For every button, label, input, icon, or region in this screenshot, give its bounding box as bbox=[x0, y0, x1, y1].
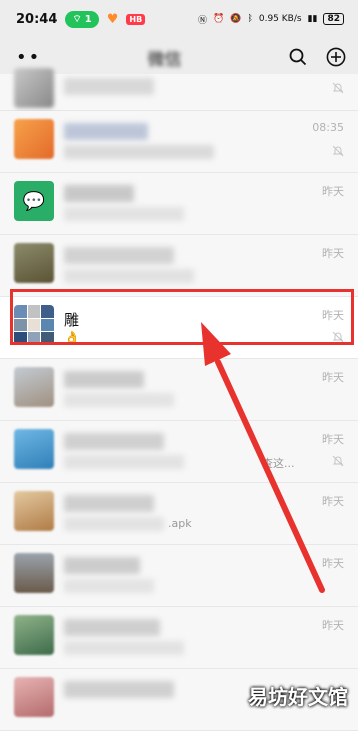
status-left: 20:44 ⌔ 1 ♥ HB bbox=[16, 10, 146, 28]
message-redacted bbox=[64, 579, 154, 593]
chat-row[interactable]: 昨天 bbox=[0, 545, 358, 607]
alarm-icon: ⏰ bbox=[213, 14, 225, 24]
mute-icon bbox=[332, 82, 344, 94]
bell-off-icon: 🔕 bbox=[230, 14, 242, 24]
status-bar: 20:44 ⌔ 1 ♥ HB Ⓝ ⏰ 🔕 ᛒ 0.95 KB/s ▮▮ 82 bbox=[0, 0, 358, 38]
highlight-box bbox=[10, 289, 354, 345]
net-rate: 0.95 KB/s bbox=[258, 14, 302, 24]
chat-preview-tail: 查这... bbox=[262, 457, 295, 470]
chat-row[interactable]: 昨天 bbox=[0, 235, 358, 297]
chat-row[interactable]: 昨天 bbox=[0, 359, 358, 421]
chat-row[interactable]: 昨天 bbox=[0, 607, 358, 669]
message-redacted bbox=[64, 393, 174, 407]
avatar bbox=[14, 243, 54, 283]
timestamp: 08:35 bbox=[312, 121, 344, 134]
timestamp: 昨天 bbox=[322, 371, 344, 384]
timestamp: 昨天 bbox=[322, 185, 344, 198]
name-redacted bbox=[64, 433, 164, 450]
name-redacted bbox=[64, 495, 154, 512]
clock: 20:44 bbox=[16, 11, 58, 27]
chat-list: 08:35 💬 昨天 昨天 雕 👌 昨天 昨天 查这... 昨天 .apk 昨天… bbox=[0, 68, 358, 731]
chat-bubble-icon: 💬 bbox=[22, 190, 46, 212]
name-redacted bbox=[64, 557, 140, 574]
name-redacted bbox=[64, 371, 144, 388]
chat-row[interactable]: .apk 昨天 bbox=[0, 483, 358, 545]
avatar bbox=[14, 367, 54, 407]
signal-icon: ▮▮ bbox=[307, 14, 318, 24]
chat-row[interactable]: 查这... 昨天 bbox=[0, 421, 358, 483]
timestamp: 昨天 bbox=[322, 247, 344, 260]
chat-row[interactable] bbox=[0, 68, 358, 111]
message-redacted bbox=[64, 145, 214, 159]
battery-icon: 82 bbox=[323, 13, 344, 25]
name-redacted bbox=[64, 681, 174, 698]
mute-icon bbox=[332, 455, 344, 467]
wechat-status-pill: ⌔ 1 bbox=[65, 10, 99, 28]
app-badge: HB bbox=[126, 13, 146, 25]
more-icon[interactable]: •• bbox=[16, 47, 41, 68]
avatar bbox=[14, 429, 54, 469]
wifi-icon: ⌔ bbox=[72, 13, 82, 25]
watermark: 易坊好文馆 bbox=[248, 685, 348, 709]
page-title: 微信 bbox=[147, 49, 182, 70]
message-redacted bbox=[64, 517, 164, 531]
chat-row[interactable]: 08:35 bbox=[0, 111, 358, 173]
title-actions bbox=[288, 47, 346, 67]
name-redacted bbox=[64, 78, 154, 95]
add-icon[interactable] bbox=[326, 47, 346, 67]
message-redacted bbox=[64, 207, 184, 221]
name-redacted bbox=[64, 123, 148, 140]
timestamp: 昨天 bbox=[322, 433, 344, 446]
avatar bbox=[14, 491, 54, 531]
avatar: 💬 bbox=[14, 181, 54, 221]
bluetooth-icon: ᛒ bbox=[247, 14, 253, 24]
name-redacted bbox=[64, 619, 160, 636]
timestamp: 昨天 bbox=[322, 619, 344, 632]
message-redacted bbox=[64, 455, 184, 469]
mute-icon bbox=[332, 145, 344, 157]
avatar bbox=[14, 615, 54, 655]
name-redacted bbox=[64, 247, 174, 264]
nfc-icon: Ⓝ bbox=[198, 15, 208, 26]
message-redacted bbox=[64, 269, 194, 283]
avatar bbox=[14, 677, 54, 717]
pill-count: 1 bbox=[84, 13, 92, 25]
name-redacted bbox=[64, 185, 134, 202]
avatar bbox=[14, 119, 54, 159]
timestamp: 昨天 bbox=[322, 557, 344, 570]
chat-row[interactable]: 💬 昨天 bbox=[0, 173, 358, 235]
heart-icon: ♥ bbox=[106, 11, 119, 27]
timestamp: 昨天 bbox=[322, 495, 344, 508]
chat-preview-tail: .apk bbox=[168, 517, 192, 530]
status-right: Ⓝ ⏰ 🔕 ᛒ 0.95 KB/s ▮▮ 82 bbox=[198, 13, 344, 26]
avatar bbox=[14, 553, 54, 593]
message-redacted bbox=[64, 641, 184, 655]
search-icon[interactable] bbox=[288, 47, 308, 67]
avatar bbox=[14, 68, 54, 108]
